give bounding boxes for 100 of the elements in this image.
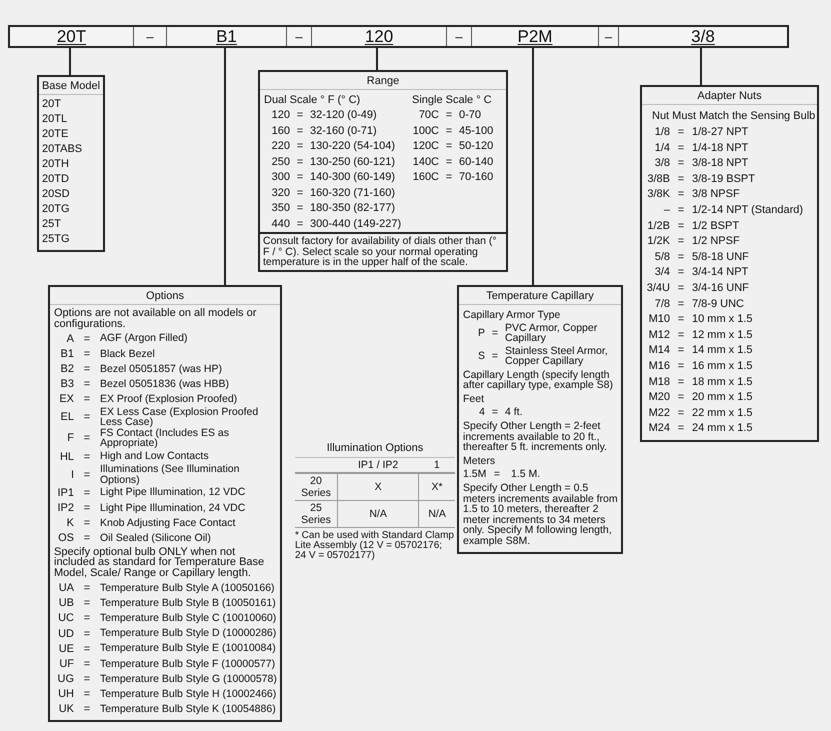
table-cell: N/A xyxy=(418,500,455,528)
model-item: 20TE xyxy=(42,127,70,142)
option-description: EX Less Case (Explosion Proofed Less Case) xyxy=(100,406,260,428)
nut-code: 5/8 xyxy=(654,250,670,265)
option-code: A xyxy=(66,332,74,345)
model-item: 20TG xyxy=(42,202,71,217)
model-item: 20TL xyxy=(42,112,68,127)
nut-code: 1/8 xyxy=(654,125,670,140)
option-description: Light Pipe Illumination, 12 VDC xyxy=(100,487,246,498)
range-value: 45-100 xyxy=(459,124,494,138)
equals-sign: = xyxy=(82,532,92,544)
option-description: Bezel 05051857 (was HP) xyxy=(100,364,223,374)
option-description: Black Bezel xyxy=(100,348,156,360)
nut-code: M12 xyxy=(648,328,670,343)
nut-thread: 1/2-14 NPT (Standard) xyxy=(692,202,804,218)
option-description: AGF (Argon Filled) xyxy=(100,333,189,344)
range-value: 130-250 (60-121) xyxy=(310,154,396,170)
range-code: 120 xyxy=(270,108,290,123)
equals-sign: = xyxy=(676,156,686,172)
equals-sign: = xyxy=(82,517,92,530)
range-code: 350 xyxy=(270,201,290,216)
range-code: 160C xyxy=(412,170,439,185)
range-value: 300-440 (149-227) xyxy=(310,216,402,232)
option-code: HL xyxy=(58,450,74,463)
option-code: UA xyxy=(58,582,74,594)
model-item: 20SD xyxy=(42,187,71,202)
column-header: IP1 / IP2 xyxy=(338,458,419,473)
option-code: EL xyxy=(60,411,74,424)
nut-thread: 24 mm x 1.5 xyxy=(692,421,753,436)
section-label: Capillary Armor Type xyxy=(463,310,562,320)
range-value: 180-350 (82-177) xyxy=(310,201,396,216)
model-item: 25T xyxy=(42,217,62,232)
panel-title: Options xyxy=(50,287,280,305)
equals-sign: = xyxy=(82,348,92,360)
row-label: 20 Series xyxy=(295,473,338,500)
equals-sign: = xyxy=(296,139,304,154)
equals-sign: = xyxy=(82,597,92,610)
equals-sign: = xyxy=(82,332,92,345)
nut-thread: 14 mm x 1.5 xyxy=(692,343,753,358)
equals-sign: = xyxy=(444,108,454,123)
capillary-code: S xyxy=(476,350,485,362)
range-value: 32-160 (0-71) xyxy=(310,124,377,138)
equals-sign: = xyxy=(82,432,92,444)
option-code: B1 xyxy=(60,348,74,360)
option-description: Temperature Bulb Style H (10002466) xyxy=(100,689,277,700)
option-code: UD xyxy=(57,628,74,640)
capillary-description: 1.5 M. xyxy=(511,468,542,480)
range-code: 440 xyxy=(270,216,290,232)
equals-sign: = xyxy=(82,688,92,700)
option-code: IP1 xyxy=(56,486,74,499)
equals-sign: = xyxy=(444,154,454,170)
range-value: 32-120 (0-49) xyxy=(310,108,377,123)
nut-thread: 7/8-9 UNC xyxy=(692,296,744,312)
nut-code: 7/8 xyxy=(654,296,670,312)
model-item: 20TD xyxy=(42,172,70,187)
equals-sign: = xyxy=(676,296,686,312)
option-code: UH xyxy=(57,688,74,700)
option-description: Oil Sealed (Silicone Oil) xyxy=(100,533,212,544)
nut-thread: 3/4-14 NPT xyxy=(692,265,748,280)
separator-dash: – xyxy=(295,29,303,44)
equals-sign: = xyxy=(490,350,500,362)
range-value: 130-220 (54-104) xyxy=(310,139,396,154)
equals-sign: = xyxy=(444,170,454,185)
range-value: 50-120 xyxy=(459,139,494,154)
option-description: FS Contact (Includes ES as Appropriate) xyxy=(100,428,230,449)
equals-sign: = xyxy=(296,170,304,185)
part-code: P2M xyxy=(518,26,552,46)
capillary-description: Stainless Steel Armor, Copper Capillary xyxy=(505,346,609,366)
option-description: Light Pipe Illumination, 24 VDC xyxy=(100,502,246,514)
section-label: Feet xyxy=(463,394,486,404)
capillary-description: PVC Armor, Copper Capillary xyxy=(505,322,598,344)
section-label: Meters xyxy=(463,456,496,466)
nut-code: M16 xyxy=(648,358,670,374)
equals-sign: = xyxy=(676,265,686,280)
equals-sign: = xyxy=(82,411,92,424)
equals-sign: = xyxy=(676,312,686,328)
nut-code: M14 xyxy=(648,343,670,358)
nut-thread: 3/8-18 NPT xyxy=(692,156,748,172)
panel-subtitle: Nut Must Match the Sensing Bulb xyxy=(651,109,816,124)
note-text: Specify Other Length = 0.5 meters increments available from 1.5 to 10 meters, thereafter 2 meter increments to 34 meters only. Specify M following length, example S8M. xyxy=(463,483,618,546)
range-value: 140-300 (60-149) xyxy=(310,170,396,185)
equals-sign: = xyxy=(676,234,686,250)
table-cell: X* xyxy=(418,473,455,500)
nut-code: 3/8B xyxy=(646,172,670,187)
option-description: EX Proof (Explosion Proofed) xyxy=(100,394,238,405)
nut-code: 1/4 xyxy=(654,140,670,156)
equals-sign: = xyxy=(676,358,686,374)
range-code: 320 xyxy=(270,186,290,200)
equals-sign: = xyxy=(444,139,454,154)
equals-sign: = xyxy=(676,172,686,187)
range-value: 0-70 xyxy=(459,108,482,123)
panel-title: Temperature Capillary xyxy=(459,287,621,305)
nut-code: M22 xyxy=(648,406,670,421)
nut-thread: 10 mm x 1.5 xyxy=(692,312,753,328)
range-code: 140C xyxy=(412,154,439,170)
nut-thread: 3/4-16 UNF xyxy=(692,280,749,296)
range-code: 120C xyxy=(412,139,439,154)
equals-sign: = xyxy=(82,673,92,686)
equals-sign: = xyxy=(676,187,686,202)
nut-thread: 16 mm x 1.5 xyxy=(692,358,753,374)
